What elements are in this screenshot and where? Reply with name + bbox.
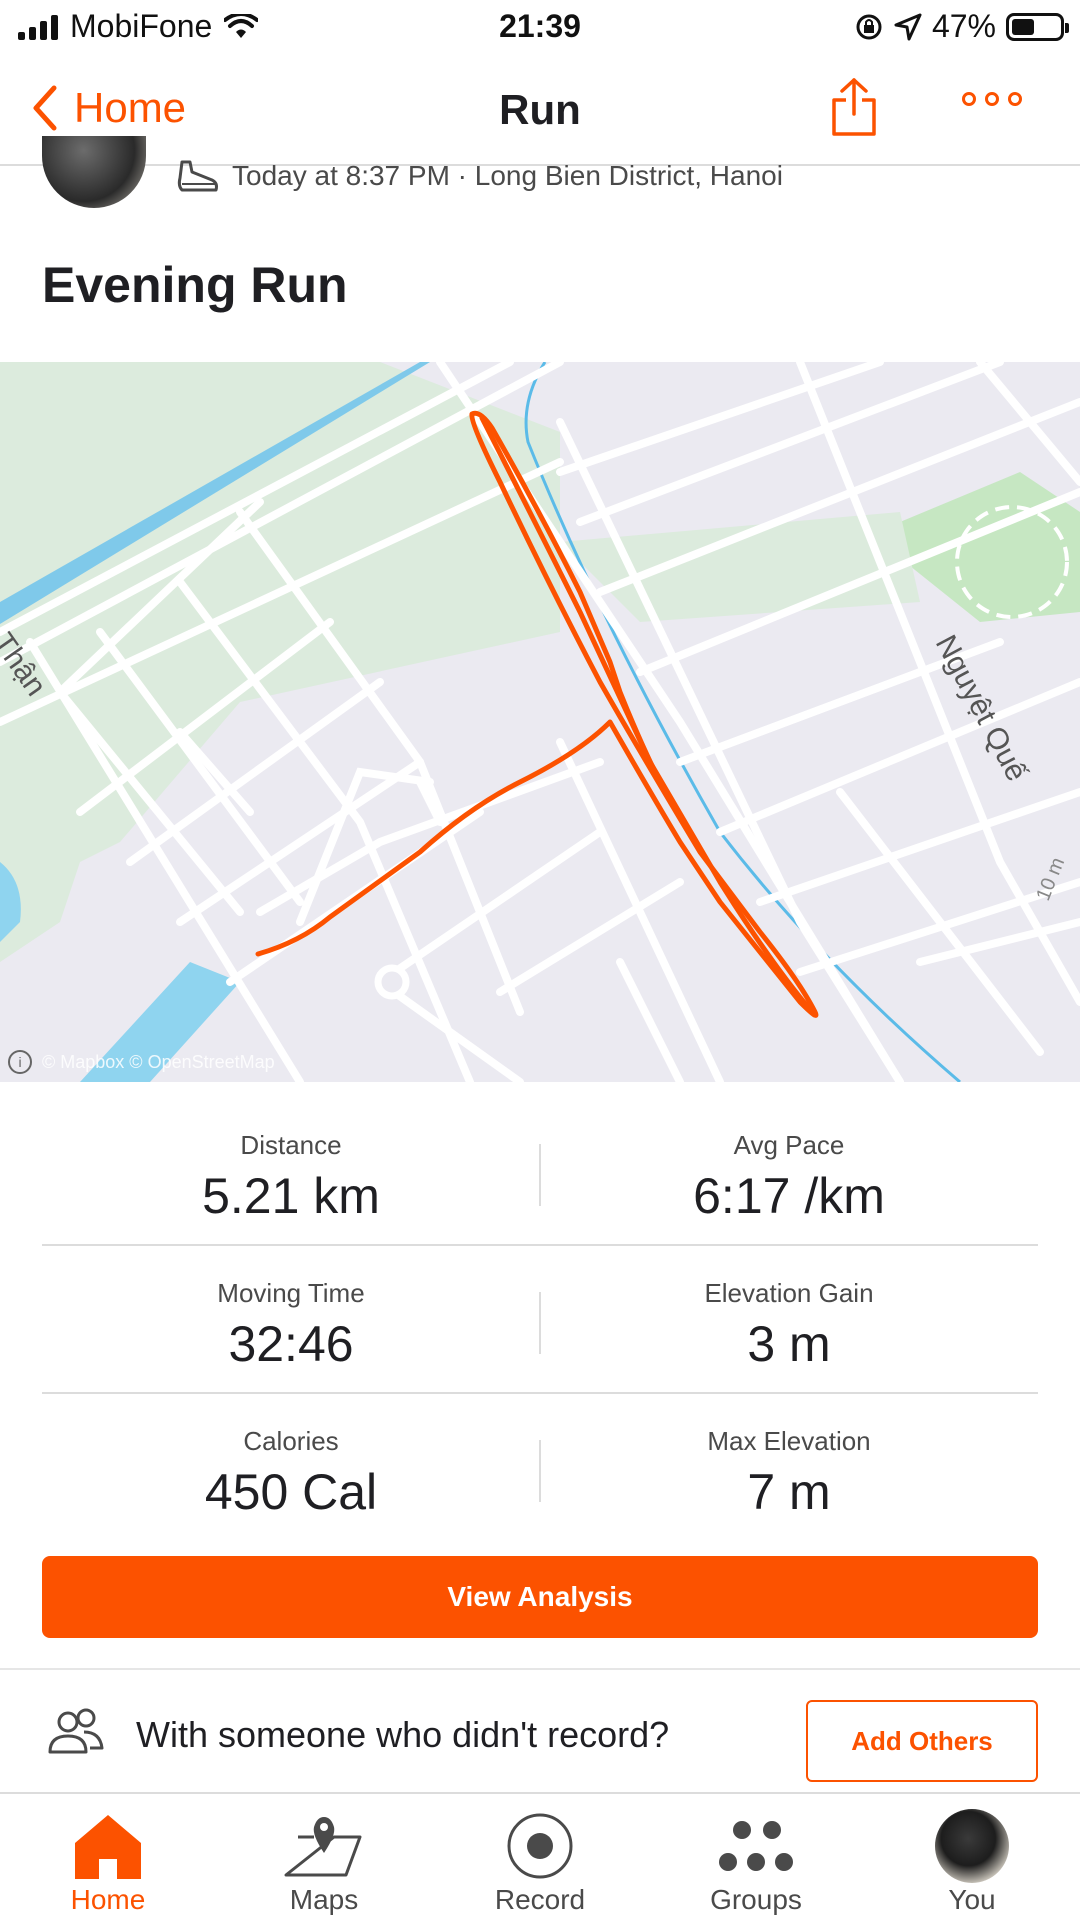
- avatar: [935, 1809, 1009, 1883]
- share-icon[interactable]: [828, 76, 880, 138]
- tab-home[interactable]: Home: [0, 1794, 216, 1920]
- contour-label: 10 m: [1032, 854, 1069, 903]
- stream: [524, 362, 961, 1082]
- map-icon: [284, 1817, 362, 1877]
- status-bar: MobiFone 21:39 47%: [0, 0, 1080, 56]
- section-divider: [0, 1668, 1080, 1670]
- with-others-prompt: With someone who didn't record?: [136, 1714, 670, 1755]
- stat-value: 5.21 km: [202, 1168, 380, 1224]
- orientation-lock-icon: [856, 14, 882, 39]
- record-icon: [507, 1813, 573, 1879]
- stat-moving-time: Moving Time 32:46: [42, 1246, 540, 1373]
- with-others-section: With someone who didn't record? Add Othe…: [0, 1672, 1080, 1792]
- shoe-icon: [177, 160, 218, 192]
- tab-you[interactable]: You: [864, 1794, 1080, 1920]
- location-arrow-icon: [894, 13, 922, 40]
- stat-value: 7 m: [747, 1464, 831, 1520]
- tab-maps[interactable]: Maps: [216, 1794, 432, 1920]
- stat-avg-pace: Avg Pace 6:17 /km: [540, 1098, 1038, 1225]
- stat-value: 3 m: [747, 1316, 831, 1372]
- stat-label: Max Elevation: [707, 1426, 871, 1456]
- tab-label: Home: [70, 1884, 146, 1915]
- stat-value: 6:17 /km: [693, 1168, 885, 1224]
- stat-label: Calories: [243, 1426, 339, 1456]
- tab-bar: Home Maps Record Groups You: [0, 1792, 1080, 1920]
- stat-calories: Calories 450 Cal: [42, 1394, 540, 1521]
- stat-elevation-gain: Elevation Gain 3 m: [540, 1246, 1038, 1373]
- tab-label: Maps: [289, 1884, 359, 1915]
- activity-stats: Distance 5.21 km Avg Pace 6:17 /km Movin…: [42, 1098, 1038, 1542]
- stat-distance: Distance 5.21 km: [42, 1098, 540, 1225]
- people-icon: [48, 1708, 104, 1754]
- battery-level: [1012, 18, 1034, 35]
- stat-row: Distance 5.21 km Avg Pace 6:17 /km: [42, 1098, 1038, 1246]
- stat-label: Moving Time: [217, 1278, 365, 1308]
- more-options-button[interactable]: [962, 92, 1022, 106]
- stat-max-elevation: Max Elevation 7 m: [540, 1394, 1038, 1521]
- attribution-text: © Mapbox © OpenStreetMap: [42, 1051, 275, 1072]
- groups-icon: [719, 1821, 793, 1871]
- stat-label: Elevation Gain: [704, 1278, 874, 1308]
- stat-value: 32:46: [228, 1316, 354, 1372]
- stat-row: Calories 450 Cal Max Elevation 7 m: [42, 1394, 1038, 1542]
- athlete-avatar[interactable]: [42, 136, 146, 208]
- map-attribution[interactable]: i © Mapbox © OpenStreetMap: [8, 1050, 275, 1074]
- view-analysis-button[interactable]: View Analysis: [42, 1556, 1038, 1638]
- battery-icon: [1006, 12, 1069, 41]
- add-others-button[interactable]: Add Others: [806, 1700, 1038, 1782]
- activity-meta: Today at 8:37 PM · Long Bien District, H…: [176, 158, 783, 194]
- stat-row: Moving Time 32:46 Elevation Gain 3 m: [42, 1246, 1038, 1394]
- tab-label: Groups: [710, 1884, 802, 1915]
- page-title: Run: [499, 86, 581, 133]
- tab-record[interactable]: Record: [432, 1794, 648, 1920]
- home-icon: [75, 1815, 141, 1879]
- info-icon[interactable]: i: [8, 1050, 32, 1074]
- tab-label: Record: [494, 1884, 586, 1915]
- navigation-bar: Home Run: [0, 56, 1080, 166]
- stat-value: 450 Cal: [204, 1464, 378, 1520]
- stat-label: Avg Pace: [733, 1130, 845, 1160]
- route-map[interactable]: Thận Nguyệt Quế 10 m i © Mapbox © OpenSt…: [0, 362, 1080, 1082]
- map-canvas: Thận Nguyệt Quế 10 m: [0, 362, 1080, 1082]
- stat-label: Distance: [240, 1130, 342, 1160]
- activity-title: Evening Run: [42, 257, 348, 313]
- roundabout: [374, 964, 410, 1000]
- battery-percent: 47%: [931, 8, 996, 44]
- tab-label: You: [948, 1884, 996, 1915]
- activity-date-location: Today at 8:37 PM · Long Bien District, H…: [232, 160, 783, 191]
- park-area: [900, 472, 1080, 622]
- tab-groups[interactable]: Groups: [648, 1794, 864, 1920]
